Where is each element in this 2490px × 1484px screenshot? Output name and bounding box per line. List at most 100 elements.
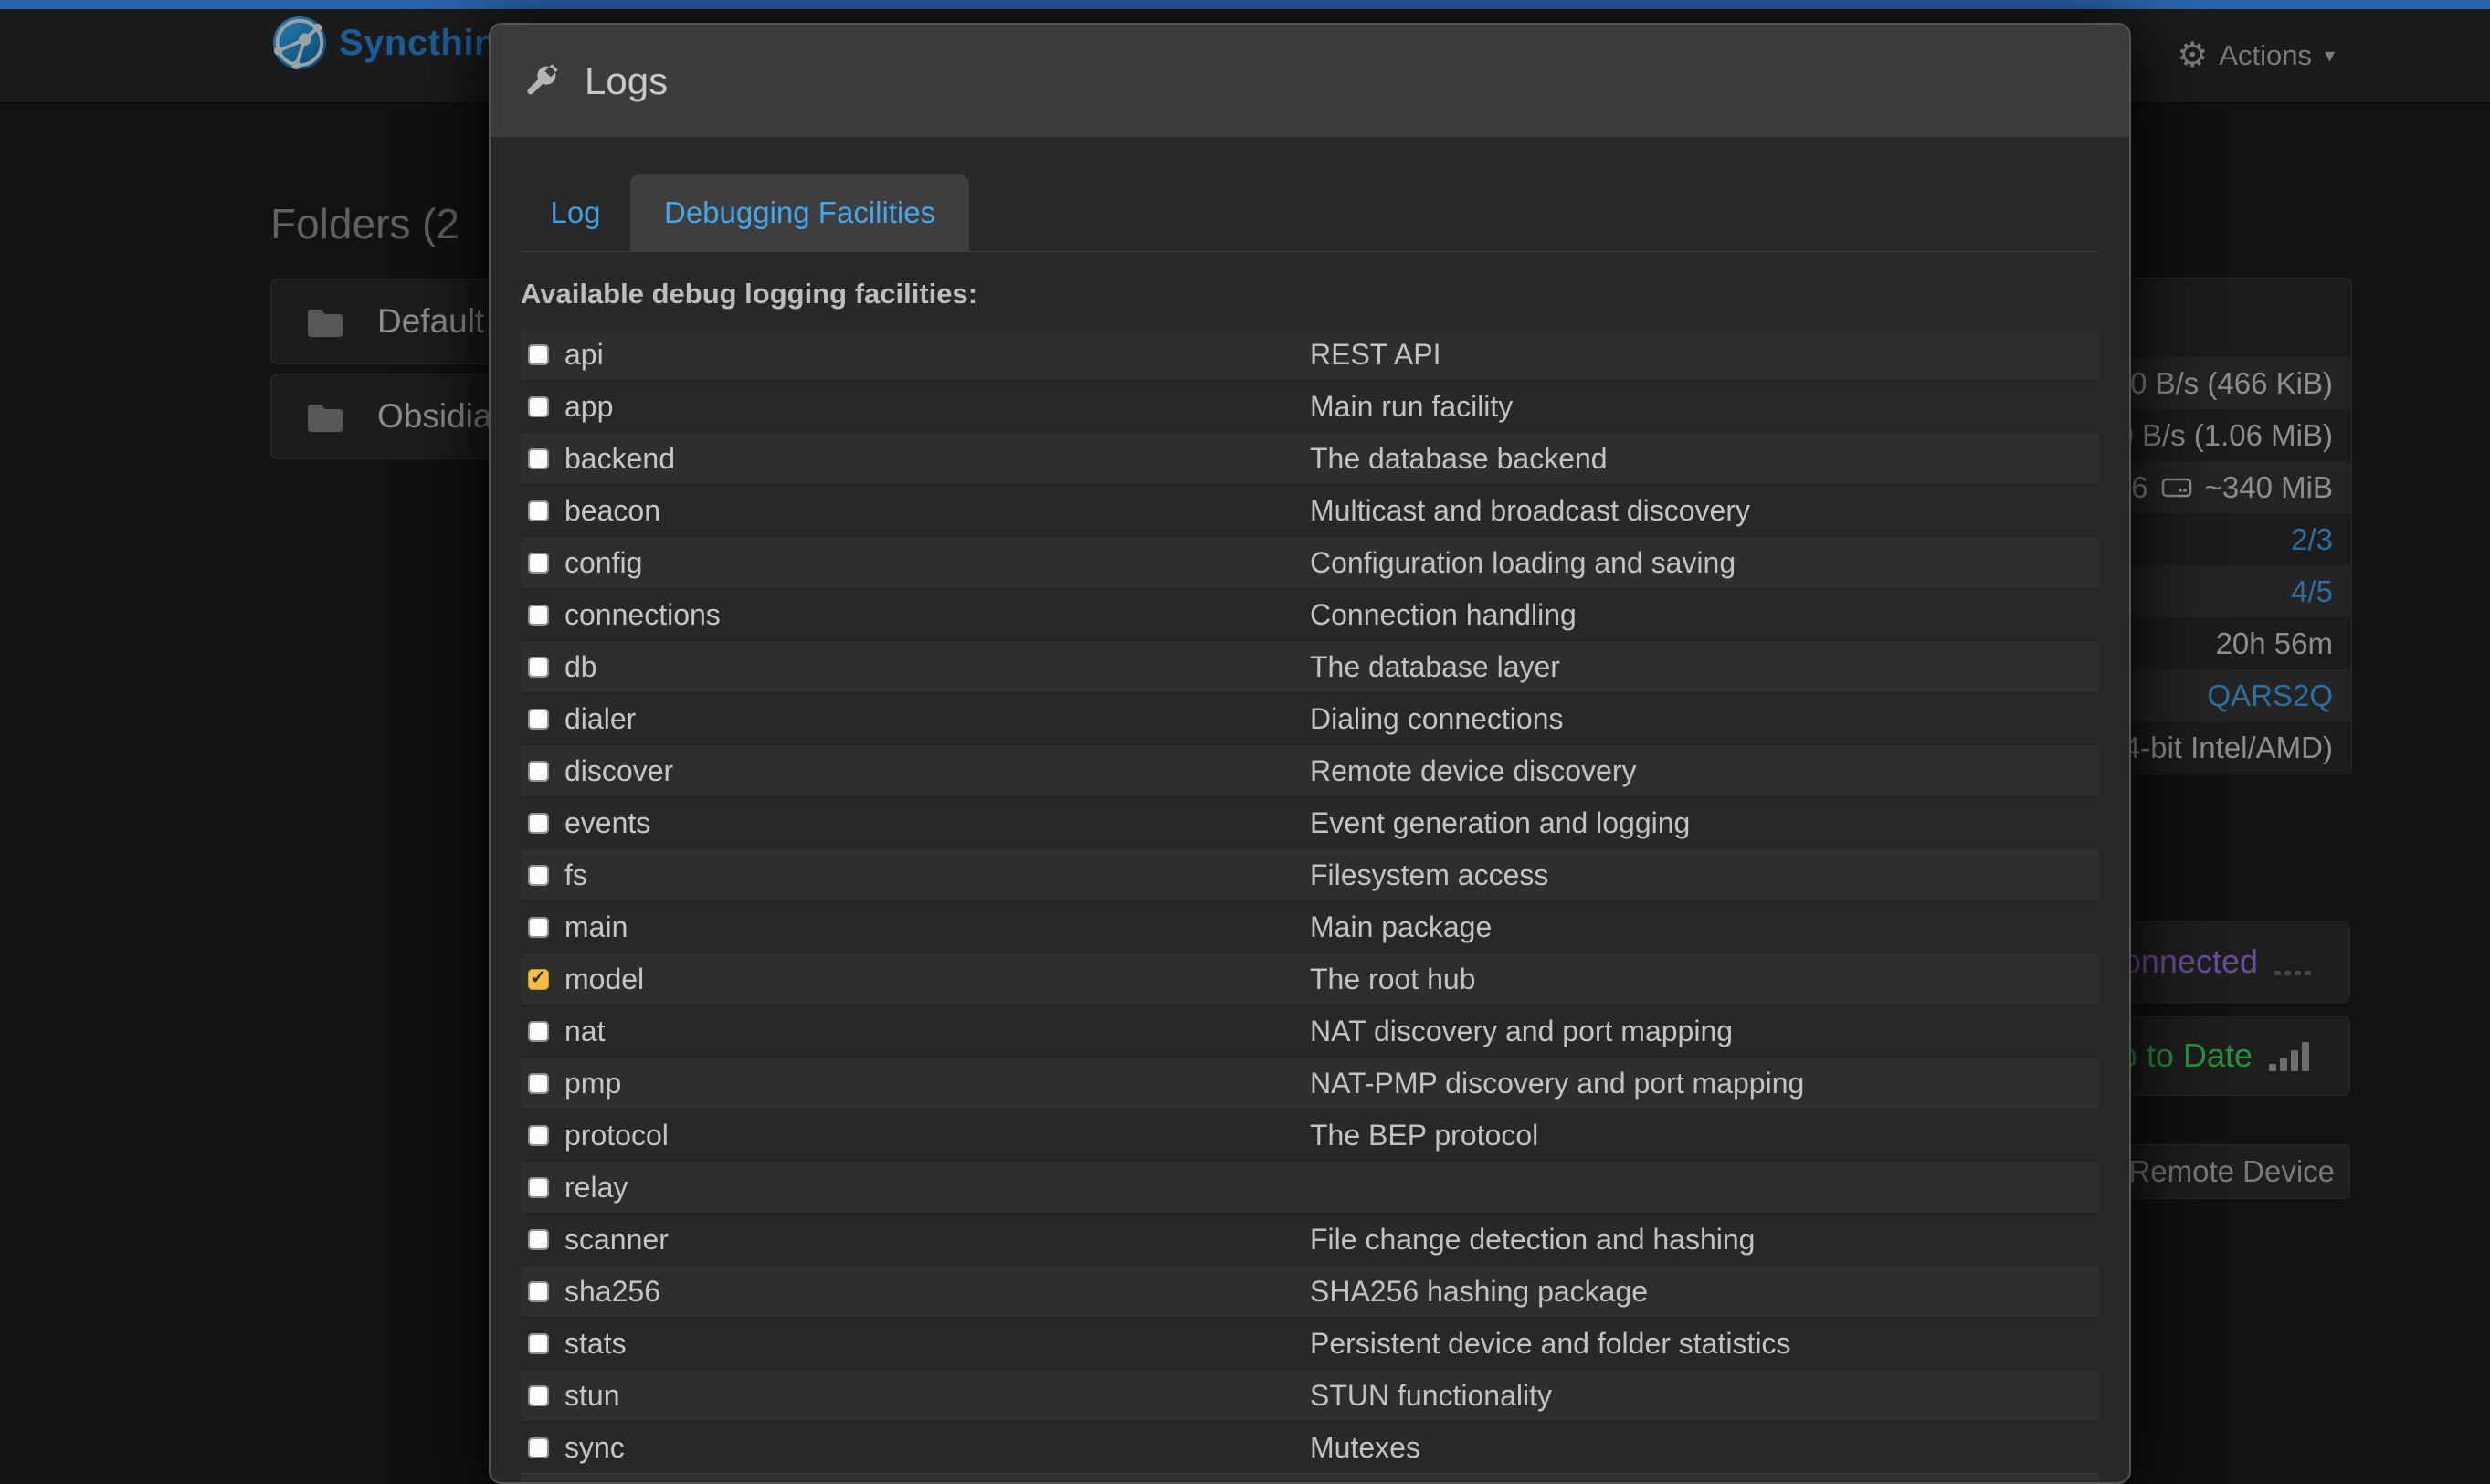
facility-checkbox[interactable] <box>528 1281 549 1302</box>
facility-row: relay <box>521 1161 2099 1213</box>
signal-dots-icon <box>2274 947 2313 976</box>
facility-checkbox[interactable] <box>528 709 549 730</box>
add-remote-device-label: d Remote Device <box>2104 1154 2335 1189</box>
facility-name[interactable]: dialer <box>564 702 636 736</box>
facility-checkbox[interactable] <box>528 1437 549 1458</box>
facility-checkbox[interactable] <box>528 1073 549 1094</box>
tab-log[interactable]: Log <box>521 174 630 251</box>
facility-row: model The root hub <box>521 952 2099 1005</box>
facility-description: NAT-PMP discovery and port mapping <box>1310 1067 2099 1100</box>
facility-row: statsPersistent device and folder statis… <box>521 1317 2099 1369</box>
facility-checkbox[interactable] <box>528 605 549 626</box>
folders-heading: Folders (2 <box>270 199 459 248</box>
facility-row: sync Mutexes <box>521 1421 2099 1473</box>
facility-checkbox[interactable] <box>528 969 549 990</box>
facility-description: NAT discovery and port mapping <box>1310 1015 2099 1048</box>
facility-checkbox[interactable] <box>528 1385 549 1406</box>
facility-name[interactable]: stun <box>564 1379 619 1413</box>
facility-description: The database layer <box>1310 650 2099 684</box>
facility-row: backendThe database backend <box>521 432 2099 484</box>
facility-name[interactable]: app <box>564 390 613 424</box>
facility-row: main Main package <box>521 900 2099 952</box>
actions-menu-button[interactable]: ⚙ Actions ▾ <box>2177 9 2335 102</box>
facility-name-cell: sha256 <box>521 1275 1310 1309</box>
facility-checkbox[interactable] <box>528 1229 549 1250</box>
device-stat-link[interactable]: 2/3 <box>2291 522 2333 557</box>
facility-checkbox[interactable] <box>528 1177 549 1198</box>
facility-description: Mutexes <box>1310 1431 2099 1465</box>
device-stat-prefix: 6 <box>2131 470 2147 505</box>
facility-row: nat NAT discovery and port mapping <box>521 1005 2099 1057</box>
facility-name-cell: db <box>521 650 1310 684</box>
facility-description: The root hub <box>1310 963 2099 996</box>
tab-debugging-facilities[interactable]: Debugging Facilities <box>630 174 969 251</box>
folder-label: Default <box>377 302 484 341</box>
facility-checkbox[interactable] <box>528 917 549 938</box>
facility-name[interactable]: events <box>564 806 650 840</box>
facility-row: appMain run facility <box>521 380 2099 432</box>
facility-checkbox[interactable] <box>528 344 549 365</box>
facility-name-cell: main <box>521 910 1310 944</box>
brand[interactable]: Syncthing <box>271 15 520 71</box>
facility-checkbox[interactable] <box>528 813 549 834</box>
facility-checkbox[interactable] <box>528 448 549 469</box>
facility-name[interactable]: protocol <box>564 1119 669 1152</box>
facility-checkbox[interactable] <box>528 1333 549 1354</box>
facility-row: sha256SHA256 hashing package <box>521 1265 2099 1317</box>
device-stat-link[interactable]: QARS2Q <box>2207 679 2333 713</box>
facility-row: eventsEvent generation and logging <box>521 796 2099 848</box>
facility-name[interactable]: discover <box>564 754 673 788</box>
gear-icon: ⚙ <box>2177 38 2208 73</box>
facility-description: Main package <box>1310 910 2099 944</box>
facility-name-cell: app <box>521 390 1310 424</box>
facility-name[interactable]: beacon <box>564 494 660 528</box>
facility-name[interactable]: model <box>564 963 644 996</box>
facility-name[interactable]: config <box>564 546 642 580</box>
facility-description: REST API <box>1310 338 2099 372</box>
facility-checkbox[interactable] <box>528 396 549 417</box>
facility-name[interactable]: sha256 <box>564 1275 660 1309</box>
device-stat-value: 0 B/s (1.06 MiB) <box>2116 418 2333 453</box>
facility-checkbox[interactable] <box>528 553 549 574</box>
facility-name[interactable]: db <box>564 650 597 684</box>
facility-checkbox[interactable] <box>528 865 549 886</box>
facility-name[interactable]: main <box>564 910 628 944</box>
logs-modal: Logs Log Debugging Facilities Available … <box>489 23 2131 1484</box>
facility-name[interactable]: pmp <box>564 1067 621 1100</box>
facility-name[interactable]: fs <box>564 858 587 892</box>
facility-name[interactable]: api <box>564 338 604 372</box>
facility-name[interactable]: backend <box>564 442 675 476</box>
facility-description: File change detection and hashing <box>1310 1223 2099 1257</box>
facility-name[interactable]: relay <box>564 1171 628 1205</box>
facility-description: STUN functionality <box>1310 1379 2099 1413</box>
device-stat-link[interactable]: 4/5 <box>2291 574 2333 609</box>
syncthing-logo-icon <box>271 15 328 71</box>
modal-title: Logs <box>585 59 668 103</box>
facility-name-cell: fs <box>521 858 1310 892</box>
logs-modal-header: Logs <box>491 25 2129 138</box>
device-stat-value: ~340 MiB <box>2205 470 2333 505</box>
log-tabs: Log Debugging Facilities <box>521 174 2099 252</box>
facility-checkbox[interactable] <box>528 657 549 678</box>
facility-row: scanner File change detection and hashing <box>521 1213 2099 1265</box>
facility-checkbox[interactable] <box>528 761 549 782</box>
facility-name-cell: config <box>521 546 1310 580</box>
facility-name-cell: nat <box>521 1015 1310 1048</box>
facility-name[interactable]: scanner <box>564 1223 669 1257</box>
wrench-icon <box>521 61 561 101</box>
facility-name[interactable]: connections <box>564 598 721 632</box>
facility-checkbox[interactable] <box>528 500 549 521</box>
chevron-down-icon: ▾ <box>2325 44 2335 68</box>
hdd-icon <box>2161 476 2192 500</box>
facility-name-cell: api <box>521 338 1310 372</box>
facility-name[interactable]: nat <box>564 1015 605 1048</box>
facility-name[interactable]: stats <box>564 1327 627 1361</box>
facility-checkbox[interactable] <box>528 1125 549 1146</box>
facility-description: The BEP protocol <box>1310 1119 2099 1152</box>
facility-checkbox[interactable] <box>528 1021 549 1042</box>
facility-name-cell: beacon <box>521 494 1310 528</box>
facility-name-cell: pmp <box>521 1067 1310 1100</box>
facility-row: connectionsConnection handling <box>521 588 2099 640</box>
device-stat-value: 0 B/s (466 KiB) <box>2130 366 2333 401</box>
facility-name[interactable]: sync <box>564 1431 625 1465</box>
